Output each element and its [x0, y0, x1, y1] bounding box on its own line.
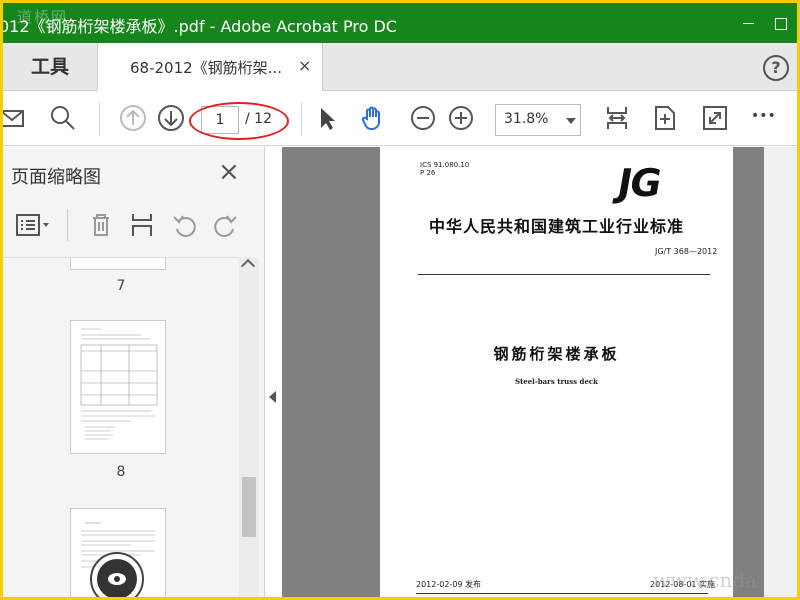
zoom-out-icon[interactable] [409, 104, 437, 132]
doc-category: P 26 [420, 169, 436, 177]
thumbnail-page-number: 7 [116, 278, 126, 294]
hand-tool-icon[interactable] [359, 104, 387, 132]
tab-document-label: 68-2012《钢筋桁架... [130, 59, 282, 77]
doc-organization: 中华人民共和国建筑工业行业标准 [428, 217, 684, 236]
panel-close-icon[interactable]: × [218, 159, 240, 185]
watermark-logo: 道桥网 [17, 8, 69, 26]
help-icon[interactable]: ? [763, 55, 789, 81]
rotate-cw-icon[interactable] [211, 211, 239, 239]
thumbnail-list: 7 8 [3, 257, 239, 597]
thumbnail-scrollbar[interactable] [239, 257, 259, 597]
doc-rule [416, 593, 708, 594]
thumbnail-page-7[interactable] [70, 258, 166, 270]
full-screen-icon[interactable] [701, 104, 729, 132]
doc-ics: ICS 91.080.10 [420, 161, 470, 169]
mail-icon[interactable] [3, 104, 27, 132]
thumbnail-content [81, 522, 155, 597]
panel-divider [67, 209, 68, 241]
previous-page-icon[interactable] [119, 104, 147, 132]
zoom-select[interactable]: 31.8% [495, 104, 581, 136]
collapse-panel-icon[interactable] [269, 391, 276, 403]
zoom-in-icon[interactable] [447, 104, 475, 132]
chevron-down-icon [566, 118, 576, 124]
scroll-up-icon[interactable] [240, 258, 256, 274]
doc-title: 钢筋桁架楼承板 [493, 345, 620, 363]
toolbar: 1 / 12 31.8% ••• [3, 92, 797, 146]
fit-width-icon[interactable] [603, 104, 631, 132]
extract-page-icon[interactable] [129, 211, 157, 239]
right-pane-strip [764, 147, 797, 597]
toolbar-divider [99, 102, 100, 136]
scrollbar-thumb[interactable] [242, 477, 256, 537]
thumbnail-panel: 页面缩略图 × 7 8 [3, 147, 265, 597]
toolbar-divider [301, 102, 302, 136]
tab-tools[interactable]: 工具 [3, 43, 97, 91]
thumbnail-page-9[interactable] [70, 508, 166, 597]
minimize-button[interactable] [738, 13, 760, 35]
trash-icon[interactable] [87, 211, 115, 239]
next-page-icon[interactable] [157, 104, 185, 132]
fit-page-icon[interactable] [651, 104, 679, 132]
panel-toolbar [3, 203, 265, 249]
rotate-ccw-icon[interactable] [171, 211, 199, 239]
panel-title: 页面缩略图 [11, 167, 101, 188]
options-menu-icon[interactable] [15, 211, 53, 239]
pdf-page: ICS 91.080.10 P 26 JG 中华人民共和国建筑工业行业标准 JG… [380, 147, 733, 597]
title-bar: 012《钢筋桁架楼承板》.pdf - Adobe Acrobat Pro DC … [3, 3, 797, 43]
zoom-value: 31.8% [504, 111, 549, 127]
doc-subtitle: Steel-bars truss deck [514, 377, 599, 386]
jg-logo: JG [614, 161, 664, 205]
doc-standard-code: JG/T 368—2012 [655, 247, 718, 256]
document-view: ICS 91.080.10 P 26 JG 中华人民共和国建筑工业行业标准 JG… [282, 147, 764, 597]
doc-rule [418, 274, 710, 275]
tab-close-icon[interactable]: × [298, 56, 311, 75]
thumbnail-page-8[interactable] [70, 320, 166, 454]
watermark-text: www.cnda [653, 568, 758, 592]
tab-bar: 工具 68-2012《钢筋桁架... × ? [3, 43, 797, 91]
more-tools-icon[interactable]: ••• [751, 108, 779, 136]
maximize-button[interactable] [770, 13, 792, 35]
tab-document[interactable]: 68-2012《钢筋桁架... × [97, 43, 323, 91]
annotation-circle [189, 102, 289, 140]
thumbnail-page-number: 8 [116, 464, 126, 480]
acrobat-window: 012《钢筋桁架楼承板》.pdf - Adobe Acrobat Pro DC … [3, 3, 797, 597]
doc-publish-date: 2012-02-09 发布 [416, 580, 482, 589]
search-icon[interactable] [49, 104, 77, 132]
thumbnail-content [80, 328, 158, 440]
select-pointer-icon[interactable] [313, 104, 341, 132]
